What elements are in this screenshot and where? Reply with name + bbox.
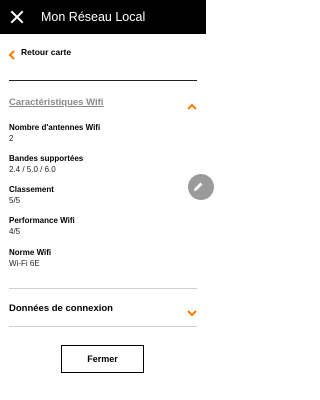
property-antennas: Nombre d'antennes Wifi 2 [9,122,100,144]
pencil-icon [192,181,204,193]
close-button[interactable]: Fermer [61,345,144,373]
property-value: 2.4 / 5.0 / 6.0 [9,165,56,174]
property-label: Norme Wifi [9,248,52,257]
property-performance: Performance Wifi 4/5 [9,215,75,237]
back-link-label: Retour carte [21,47,72,57]
property-label: Bandes supportées [9,154,84,163]
property-value: 5/5 [9,196,21,205]
close-icon[interactable] [9,9,25,25]
connection-section-title: Données de connexion [9,302,113,314]
property-value: Wi-Fi 6E [9,259,40,268]
wifi-section-title: Caractéristiques Wifi [9,96,104,108]
property-bands: Bandes supportées 2.4 / 5.0 / 6.0 [9,153,83,175]
chevron-up-icon [187,98,197,110]
property-label: Classement [9,185,54,194]
divider [9,80,197,81]
edit-button[interactable] [188,174,214,200]
divider [9,326,197,327]
property-label: Performance Wifi [9,216,75,225]
property-standard: Norme Wifi Wi-Fi 6E [9,247,51,269]
connection-section-header[interactable]: Données de connexion [9,300,197,317]
property-label: Nombre d'antennes Wifi [9,123,101,132]
property-value: 2 [9,134,14,143]
property-ranking: Classement 5/5 [9,184,54,206]
back-link[interactable]: Retour carte [8,45,72,60]
chevron-left-icon [8,47,16,60]
app-bar: Mon Réseau Local [0,0,206,34]
chevron-down-icon [187,304,197,317]
divider [9,288,197,289]
property-value: 4/5 [9,227,21,236]
page-title: Mon Réseau Local [41,10,146,24]
wifi-section-header[interactable]: Caractéristiques Wifi [9,94,197,110]
